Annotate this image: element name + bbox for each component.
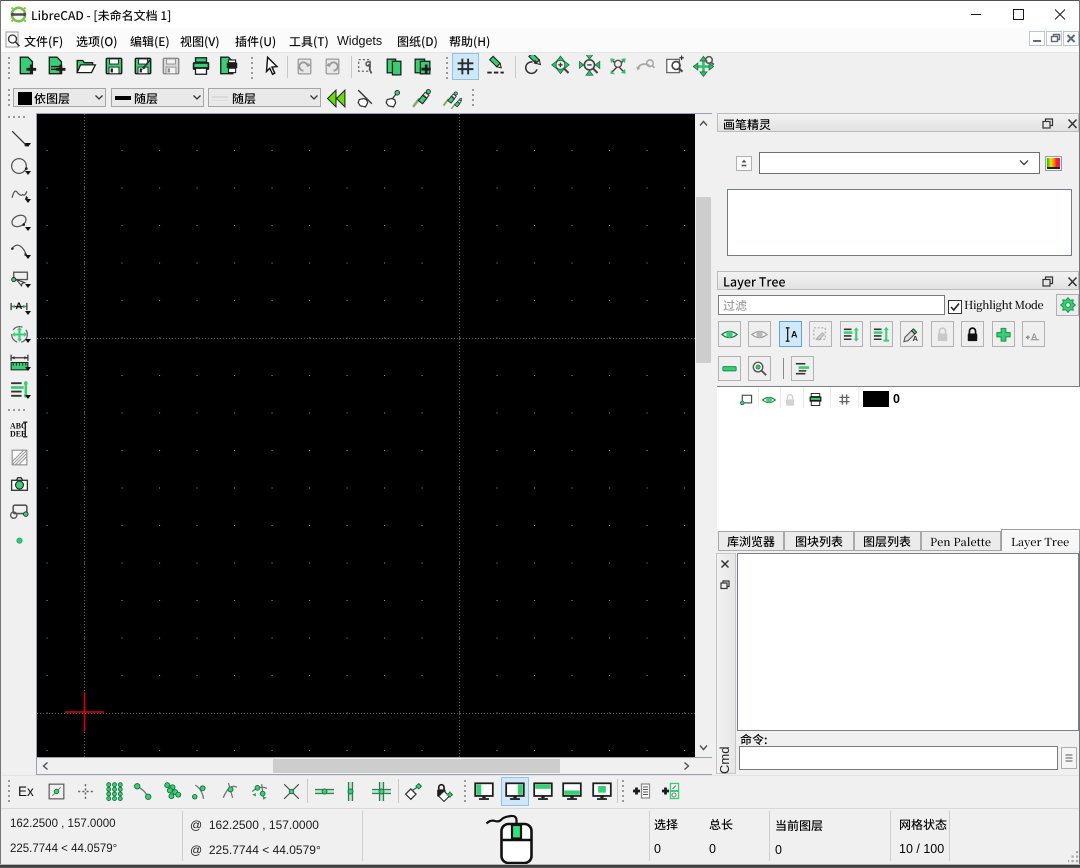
svg-text:A: A (15, 301, 22, 312)
svg-text:A: A (791, 329, 798, 339)
svg-text:A: A (913, 334, 919, 343)
